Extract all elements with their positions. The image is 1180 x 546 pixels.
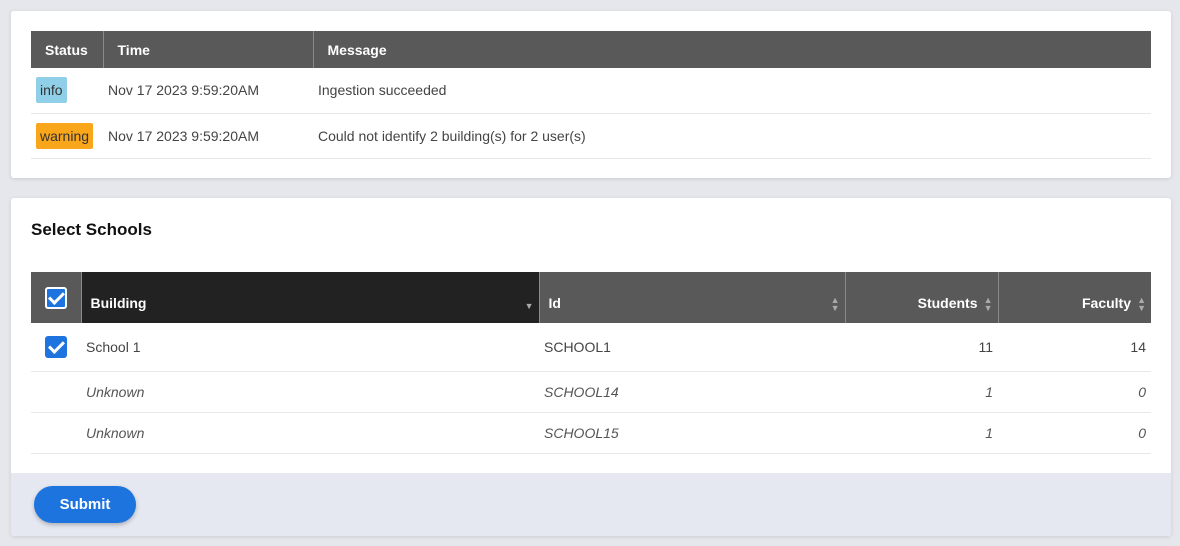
row-select-cell xyxy=(31,371,81,413)
status-cell: warning xyxy=(31,113,103,159)
id-cell: SCHOOL1 xyxy=(539,323,845,372)
schools-header-row: Building ▼ Id ▲ ▼ Students ▲ ▼ Faculty ▲ ▼ xyxy=(31,272,1151,323)
time-cell: Nov 17 2023 9:59:20AM xyxy=(103,113,313,159)
select-all-checkbox[interactable] xyxy=(44,286,67,309)
students-cell: 1 xyxy=(845,412,998,454)
submit-button[interactable]: Submit xyxy=(34,486,136,523)
time-column-header: Time xyxy=(103,31,314,68)
building-column-header[interactable]: Building ▼ xyxy=(81,272,540,323)
ingestion-log-table: Status Time Message info Nov 17 2023 9:5… xyxy=(31,31,1151,159)
ingestion-log-card: Status Time Message info Nov 17 2023 9:5… xyxy=(11,11,1171,178)
sort-icon: ▲ ▼ xyxy=(1137,295,1146,313)
students-cell: 1 xyxy=(845,371,998,413)
faculty-cell: 14 xyxy=(998,323,1151,372)
faculty-header-label: Faculty xyxy=(1081,295,1131,311)
building-cell: Unknown xyxy=(81,371,539,413)
id-column-header[interactable]: Id ▲ ▼ xyxy=(539,272,846,323)
log-row: warning Nov 17 2023 9:59:20AM Could not … xyxy=(31,113,1151,159)
form-footer: Submit xyxy=(11,473,1171,536)
log-row: info Nov 17 2023 9:59:20AM Ingestion suc… xyxy=(31,68,1151,114)
message-column-header: Message xyxy=(313,31,1151,68)
select-all-header xyxy=(31,272,82,323)
students-column-header[interactable]: Students ▲ ▼ xyxy=(845,272,999,323)
status-badge-info: info xyxy=(36,77,67,104)
id-header-label: Id xyxy=(548,295,561,311)
sort-icon: ▲ ▼ xyxy=(983,295,993,313)
table-row: Unknown SCHOOL15 1 0 xyxy=(31,412,1151,454)
sort-descending-icon: ▼ xyxy=(524,301,534,311)
building-cell: Unknown xyxy=(81,412,539,454)
select-schools-card: Select Schools Building ▼ Id ▲ ▼ Students xyxy=(11,198,1171,536)
row-select-cell xyxy=(31,323,81,372)
time-cell: Nov 17 2023 9:59:20AM xyxy=(103,68,313,114)
table-row: Unknown SCHOOL14 1 0 xyxy=(31,371,1151,413)
faculty-cell: 0 xyxy=(998,412,1151,454)
row-checkbox[interactable] xyxy=(45,335,67,358)
id-cell: SCHOOL14 xyxy=(539,371,845,413)
status-column-header: Status xyxy=(31,31,104,68)
faculty-cell: 0 xyxy=(998,371,1151,413)
message-cell: Could not identify 2 building(s) for 2 u… xyxy=(313,113,1151,159)
building-header-label: Building xyxy=(90,295,147,311)
schools-table: Building ▼ Id ▲ ▼ Students ▲ ▼ Faculty ▲ ▼ xyxy=(31,272,1151,454)
sort-icon: ▲ ▼ xyxy=(830,295,840,313)
status-cell: info xyxy=(31,68,103,114)
log-header-row: Status Time Message xyxy=(31,31,1151,68)
students-cell: 11 xyxy=(845,323,998,372)
row-select-cell xyxy=(31,412,81,454)
students-header-label: Students xyxy=(917,295,978,311)
message-cell: Ingestion succeeded xyxy=(313,68,1151,114)
section-title: Select Schools xyxy=(31,220,152,239)
status-badge-warning: warning xyxy=(36,122,94,149)
faculty-column-header[interactable]: Faculty ▲ ▼ xyxy=(998,272,1151,323)
building-cell: School 1 xyxy=(81,323,539,372)
table-row[interactable]: School 1 SCHOOL1 11 14 xyxy=(31,323,1151,372)
id-cell: SCHOOL15 xyxy=(539,412,845,454)
